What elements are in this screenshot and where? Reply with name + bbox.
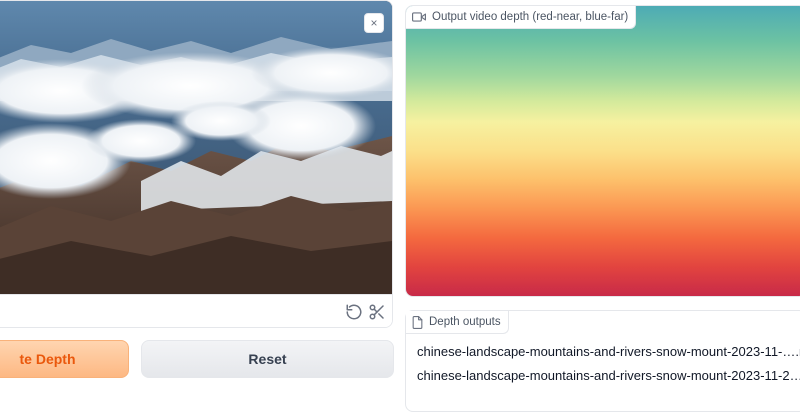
video-camera-icon	[412, 12, 426, 22]
close-video-button[interactable]: ×	[364, 13, 384, 33]
reset-button[interactable]: Reset	[141, 340, 394, 378]
file-icon	[412, 315, 423, 329]
scissors-icon[interactable]	[368, 303, 386, 321]
depth-outputs-panel: Depth outputs chinese-landscape-mountain…	[405, 310, 800, 412]
input-video-panel: ×	[0, 0, 393, 328]
reset-label: Reset	[248, 351, 287, 367]
output-depth-video[interactable]: Output video depth (red-near, blue-far)	[405, 5, 800, 297]
depth-outputs-label: Depth outputs	[406, 311, 509, 334]
undo-icon[interactable]	[345, 303, 363, 321]
compute-depth-button[interactable]: te Depth	[0, 340, 129, 378]
depth-outputs-label-text: Depth outputs	[429, 316, 501, 328]
video-toolbar	[0, 294, 392, 327]
compute-depth-label: te Depth	[19, 351, 76, 367]
output-video-label-text: Output video depth (red-near, blue-far)	[432, 11, 629, 23]
depth-output-file-mp4[interactable]: chinese-landscape-mountains-and-rivers-s…	[417, 344, 800, 359]
input-video-frame[interactable]: ×	[0, 1, 392, 294]
mountain-landscape-image	[0, 1, 392, 294]
depth-output-file-zip[interactable]: chinese-landscape-mountains-and-rivers-s…	[417, 368, 800, 383]
output-video-label: Output video depth (red-near, blue-far)	[406, 6, 637, 29]
